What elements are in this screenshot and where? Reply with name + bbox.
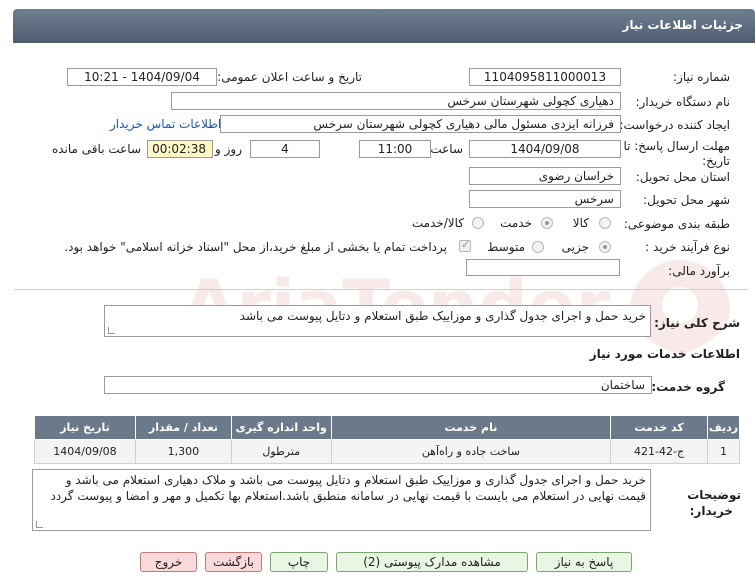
days-remaining-field: 4 bbox=[250, 140, 320, 158]
resize-handle[interactable] bbox=[36, 521, 43, 528]
cell-row: 1 bbox=[707, 439, 740, 464]
province-field: خراسان رضوی bbox=[469, 167, 621, 185]
province-label: استان محل تحویل: bbox=[635, 170, 730, 184]
buyer-notes-text: خرید حمل و اجرای جدول گذاری و موزاییک طب… bbox=[50, 473, 646, 503]
city-field: سرخس bbox=[469, 190, 621, 208]
category-label: طبقه بندی موضوعی: bbox=[623, 217, 730, 231]
back-button[interactable]: بازگشت bbox=[205, 552, 262, 572]
buyer-notes-label-2: خریدار: bbox=[689, 504, 733, 518]
description-text: خرید حمل و اجرای جدول گذاری و موزاییک طب… bbox=[239, 309, 646, 323]
resize-handle[interactable] bbox=[108, 327, 115, 334]
category-option-goods: کالا bbox=[572, 216, 589, 230]
cell-name: ساخت جاده و راه‌آهن bbox=[330, 439, 612, 464]
deadline-label: مهلت ارسال پاسخ: تا bbox=[623, 139, 730, 153]
description-label: شرح کلی نیاز: bbox=[654, 316, 740, 330]
category-option-goods-service: کالا/خدمت bbox=[411, 216, 464, 230]
process-option-minor: جزیی bbox=[561, 240, 589, 254]
table-header-row: ردیف کد خدمت نام خدمت واحد اندازه گیری ت… bbox=[34, 415, 740, 440]
buyer-notes-label: توضیحات bbox=[687, 488, 741, 502]
buyer-contact-link[interactable]: اطلاعات تماس خریدار bbox=[110, 117, 221, 131]
col-date-header: تاریخ نیاز bbox=[34, 415, 136, 440]
days-label: روز و bbox=[215, 142, 242, 156]
creator-label: ایجاد کننده درخواست: bbox=[619, 118, 730, 132]
page-title: جزئیات اطلاعات نیاز bbox=[622, 18, 743, 32]
deadline-label-date: تاریخ: bbox=[702, 154, 730, 168]
section-divider bbox=[14, 289, 748, 290]
treasury-payment-note: پرداخت تمام یا بخشی از مبلغ خرید،از محل … bbox=[64, 240, 447, 254]
process-radio-minor[interactable] bbox=[599, 241, 611, 253]
need-number-label: شماره نیاز: bbox=[673, 70, 730, 84]
view-attachments-button[interactable]: مشاهده مدارک پیوستی (2) bbox=[336, 552, 528, 572]
reply-button[interactable]: پاسخ به نیاز bbox=[536, 552, 632, 572]
col-qty-header: تعداد / مقدار bbox=[134, 415, 232, 440]
table-row: 1 ج-42-421 ساخت جاده و راه‌آهن مترطول 1,… bbox=[34, 439, 740, 464]
col-code-header: کد خدمت bbox=[610, 415, 709, 440]
category-radio-goods[interactable] bbox=[599, 217, 611, 229]
announce-datetime-field: 1404/09/04 - 10:21 bbox=[67, 68, 217, 86]
process-radio-medium[interactable] bbox=[532, 241, 544, 253]
creator-field: فرزانه ایزدی مسئول مالی دهیاری کچولی شهر… bbox=[220, 115, 621, 133]
process-type-label: نوع فرآیند خرید : bbox=[645, 240, 730, 254]
cell-date: 1404/09/08 bbox=[34, 439, 136, 464]
buyer-label: نام دستگاه خریدار: bbox=[635, 95, 731, 109]
deadline-time-label: ساعت bbox=[430, 142, 463, 156]
page-header: جزئیات اطلاعات نیاز bbox=[13, 9, 755, 43]
exit-button[interactable]: خروج bbox=[140, 552, 197, 572]
services-section-title: اطلاعات خدمات مورد نیاز bbox=[589, 347, 740, 361]
treasury-payment-checkbox[interactable] bbox=[459, 238, 471, 252]
deadline-date-field: 1404/09/08 bbox=[469, 140, 621, 158]
deadline-time-field: 11:00 bbox=[359, 140, 431, 158]
print-button[interactable]: چاپ bbox=[270, 552, 328, 572]
remaining-timer: 00:02:38 bbox=[147, 140, 213, 158]
cell-qty: 1,300 bbox=[134, 439, 232, 464]
description-field: خرید حمل و اجرای جدول گذاری و موزاییک طب… bbox=[104, 305, 651, 337]
process-option-medium: متوسط bbox=[487, 240, 525, 254]
category-radio-service[interactable] bbox=[541, 217, 553, 229]
remaining-label: ساعت باقی مانده bbox=[51, 142, 141, 156]
cell-code: ج-42-421 bbox=[610, 439, 709, 464]
col-row-header: ردیف bbox=[707, 415, 740, 440]
col-unit-header: واحد اندازه گیری bbox=[230, 415, 332, 440]
city-label: شهر محل تحویل: bbox=[643, 193, 730, 207]
need-number-field: 1104095811000013 bbox=[469, 68, 621, 86]
buyer-notes-field: خرید حمل و اجرای جدول گذاری و موزاییک طب… bbox=[32, 469, 651, 531]
announce-label: تاریخ و ساعت اعلان عمومی: bbox=[217, 70, 362, 84]
service-group-label: گروه خدمت: bbox=[651, 380, 725, 394]
financial-estimate-label: برآورد مالی: bbox=[668, 264, 730, 278]
services-table: ردیف کد خدمت نام خدمت واحد اندازه گیری ت… bbox=[34, 415, 740, 464]
cell-unit: مترطول bbox=[230, 439, 332, 464]
financial-estimate-field bbox=[466, 259, 620, 276]
category-option-service: خدمت bbox=[500, 216, 532, 230]
buyer-field: دهیاری کچولی شهرستان سرخس bbox=[171, 92, 621, 110]
category-radio-goods-service[interactable] bbox=[472, 217, 484, 229]
col-name-header: نام خدمت bbox=[330, 415, 612, 440]
service-group-field: ساختمان bbox=[104, 376, 652, 394]
